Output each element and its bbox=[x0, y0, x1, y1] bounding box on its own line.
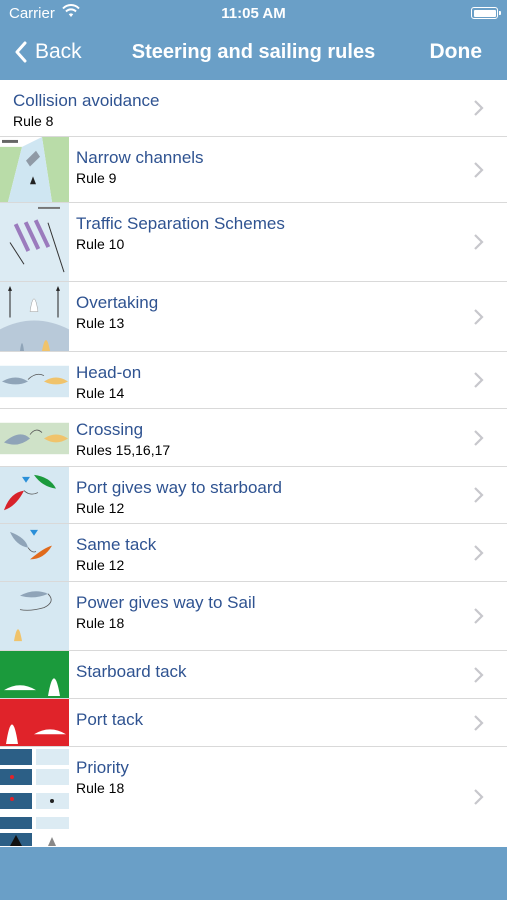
priority-thumbnail bbox=[0, 747, 69, 846]
overtaking-thumbnail bbox=[0, 282, 69, 351]
status-bar: Carrier 11:05 AM bbox=[0, 0, 507, 28]
list-item-crossing[interactable]: Crossing Rules 15,16,17 bbox=[0, 409, 507, 467]
item-title: Collision avoidance bbox=[13, 91, 160, 110]
item-title: Head-on bbox=[76, 363, 142, 382]
item-subtitle: Rule 18 bbox=[76, 780, 125, 796]
item-subtitle: Rule 18 bbox=[76, 615, 125, 631]
chevron-right-icon bbox=[474, 100, 484, 116]
chevron-right-icon bbox=[474, 714, 484, 731]
item-subtitle: Rule 13 bbox=[76, 315, 125, 331]
narrow-channels-thumbnail bbox=[0, 137, 69, 202]
item-title: Port gives way to starboard bbox=[76, 478, 282, 497]
item-title: Crossing bbox=[76, 420, 144, 439]
item-title: Port tack bbox=[76, 710, 144, 729]
status-time: 11:05 AM bbox=[221, 5, 286, 22]
port-gives-way-thumbnail bbox=[0, 467, 69, 523]
list-item-traffic-separation-schemes[interactable]: Traffic Separation Schemes Rule 10 bbox=[0, 203, 507, 282]
chevron-right-icon bbox=[474, 788, 484, 805]
item-subtitle: Rule 12 bbox=[76, 500, 125, 516]
starboard-tack-thumbnail bbox=[0, 651, 69, 698]
item-subtitle: Rule 8 bbox=[13, 113, 54, 129]
chevron-right-icon bbox=[474, 372, 484, 388]
head-on-thumbnail bbox=[0, 352, 69, 408]
item-title: Same tack bbox=[76, 535, 157, 554]
chevron-right-icon bbox=[474, 666, 484, 683]
done-button[interactable]: Done bbox=[430, 40, 483, 64]
bottom-toolbar bbox=[0, 847, 507, 900]
list-item-same-tack[interactable]: Same tack Rule 12 bbox=[0, 524, 507, 582]
list-item-priority[interactable]: Priority Rule 18 bbox=[0, 747, 507, 846]
item-title: Overtaking bbox=[76, 293, 159, 312]
rules-list: Collision avoidance Rule 8 Narrow channe… bbox=[0, 80, 507, 846]
item-subtitle: Rule 14 bbox=[76, 385, 125, 401]
item-subtitle: Rule 12 bbox=[76, 557, 125, 573]
port-tack-thumbnail bbox=[0, 699, 69, 746]
list-item-port-gives-way[interactable]: Port gives way to starboard Rule 12 bbox=[0, 467, 507, 524]
item-title: Traffic Separation Schemes bbox=[76, 214, 285, 233]
item-subtitle: Rule 10 bbox=[76, 236, 125, 252]
same-tack-thumbnail bbox=[0, 524, 69, 581]
chevron-right-icon bbox=[474, 161, 484, 178]
item-subtitle: Rules 15,16,17 bbox=[76, 442, 171, 458]
chevron-right-icon bbox=[474, 234, 484, 250]
chevron-right-icon bbox=[474, 308, 484, 325]
list-item-collision-avoidance[interactable]: Collision avoidance Rule 8 bbox=[0, 80, 507, 137]
chevron-right-icon bbox=[474, 487, 484, 503]
list-item-narrow-channels[interactable]: Narrow channels Rule 9 bbox=[0, 137, 507, 203]
list-item-starboard-tack[interactable]: Starboard tack bbox=[0, 651, 507, 699]
navigation-bar: Back Steering and sailing rules Done bbox=[0, 28, 507, 80]
list-item-port-tack[interactable]: Port tack bbox=[0, 699, 507, 747]
list-item-head-on[interactable]: Head-on Rule 14 bbox=[0, 352, 507, 409]
battery-icon bbox=[471, 7, 501, 19]
item-subtitle: Rule 9 bbox=[76, 170, 117, 186]
chevron-right-icon bbox=[474, 608, 484, 624]
item-title: Priority bbox=[76, 758, 129, 777]
chevron-right-icon bbox=[474, 544, 484, 561]
item-title: Power gives way to Sail bbox=[76, 593, 256, 612]
list-item-power-gives-way-to-sail[interactable]: Power gives way to Sail Rule 18 bbox=[0, 582, 507, 651]
traffic-separation-thumbnail bbox=[0, 203, 69, 281]
chevron-right-icon bbox=[474, 429, 484, 446]
item-title: Starboard tack bbox=[76, 662, 187, 681]
power-gives-way-thumbnail bbox=[0, 582, 69, 650]
item-title: Narrow channels bbox=[76, 148, 204, 167]
crossing-thumbnail bbox=[0, 409, 69, 466]
list-item-overtaking[interactable]: Overtaking Rule 13 bbox=[0, 282, 507, 352]
